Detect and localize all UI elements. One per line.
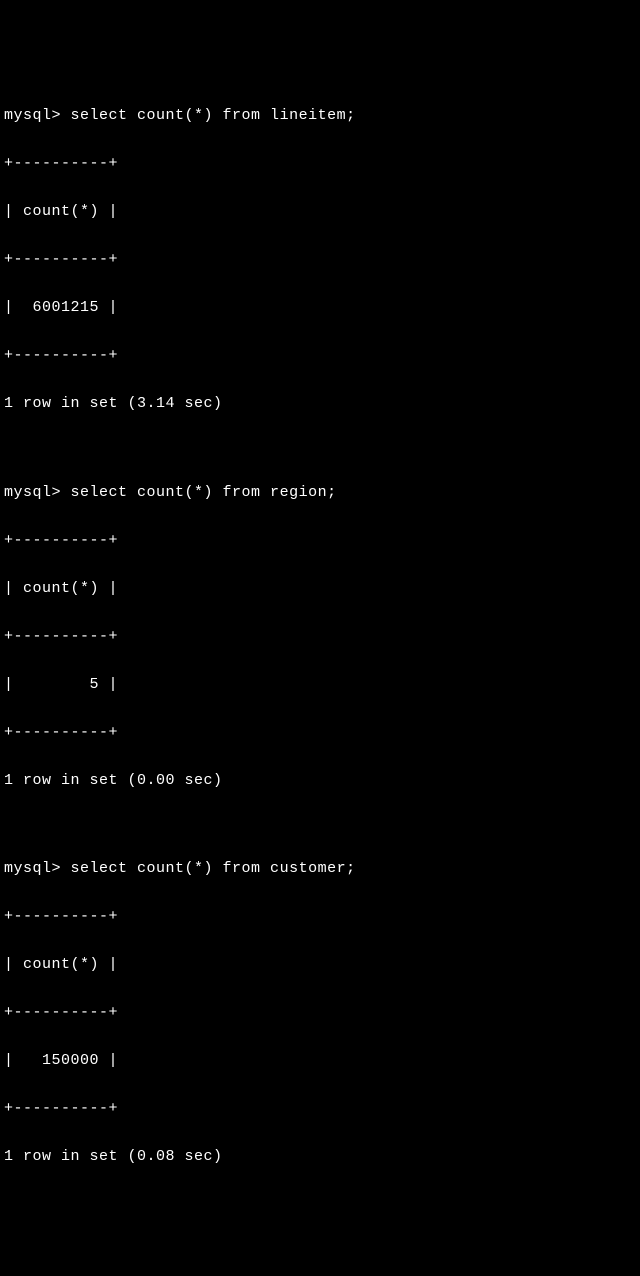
table-border-bottom: +----------+ — [4, 344, 636, 368]
table-border-top: +----------+ — [4, 152, 636, 176]
result-summary: 1 row in set (0.08 sec) — [4, 1145, 636, 1169]
table-border-top: +----------+ — [4, 529, 636, 553]
table-border-mid: +----------+ — [4, 625, 636, 649]
table-header: | count(*) | — [4, 577, 636, 601]
table-row: | 5 | — [4, 673, 636, 697]
command-line-3: mysql> select count(*) from customer; — [4, 857, 636, 881]
spacer — [4, 440, 636, 457]
mysql-prompt: mysql> — [4, 484, 61, 501]
table-row: | 6001215 | — [4, 296, 636, 320]
table-border-mid: +----------+ — [4, 248, 636, 272]
result-summary: 1 row in set (0.00 sec) — [4, 769, 636, 793]
mysql-prompt: mysql> — [4, 107, 61, 124]
result-summary: 1 row in set (3.14 sec) — [4, 392, 636, 416]
sql-command: select count(*) from region; — [71, 484, 337, 501]
mysql-prompt: mysql> — [4, 860, 61, 877]
command-line-1: mysql> select count(*) from lineitem; — [4, 104, 636, 128]
spacer — [4, 817, 636, 834]
command-line-2: mysql> select count(*) from region; — [4, 481, 636, 505]
table-border-bottom: +----------+ — [4, 721, 636, 745]
table-header: | count(*) | — [4, 953, 636, 977]
table-row: | 150000 | — [4, 1049, 636, 1073]
table-border-top: +----------+ — [4, 905, 636, 929]
table-header: | count(*) | — [4, 200, 636, 224]
sql-command: select count(*) from lineitem; — [71, 107, 356, 124]
sql-command: select count(*) from customer; — [71, 860, 356, 877]
table-border-mid: +----------+ — [4, 1001, 636, 1025]
table-border-bottom: +----------+ — [4, 1097, 636, 1121]
